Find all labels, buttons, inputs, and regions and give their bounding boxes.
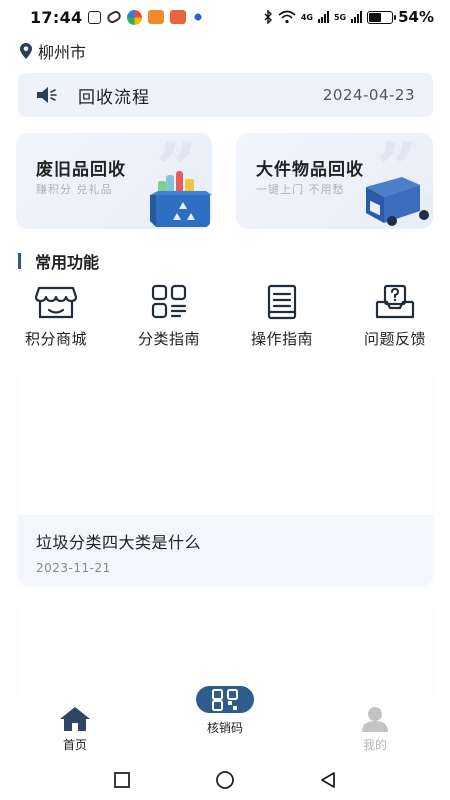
battery-icon: [367, 10, 397, 24]
link-icon: [105, 9, 123, 25]
func-feedback[interactable]: 问题反馈: [345, 284, 445, 352]
bottom-tab-bar: 首页 核销码 我的: [0, 686, 450, 760]
network-type-1: 4G: [300, 12, 313, 22]
article-caption: 垃圾分类四大类是什么 2023-11-21: [18, 515, 433, 585]
waste-recycling-card[interactable]: ” 废旧品回收 赚积分 兑礼品: [16, 133, 212, 229]
status-bar: 17:44 4G 5G 54%: [0, 0, 450, 34]
battery-level: [369, 12, 381, 22]
func-points-mall[interactable]: 积分商城: [6, 284, 106, 352]
city-name: 柳州市: [38, 43, 87, 62]
truck-illustration: [366, 177, 432, 226]
function-grid: 积分商城 分类指南 操作指南 问题反馈: [0, 284, 450, 354]
card-title: 废旧品回收: [36, 160, 126, 180]
notice-title: 回收流程: [78, 87, 150, 108]
bluetooth-icon: [264, 10, 272, 24]
func-label: 问题反馈: [363, 330, 426, 348]
status-time: 17:44: [30, 7, 83, 27]
tab-verify-code[interactable]: 核销码: [170, 686, 280, 736]
back-icon[interactable]: [319, 771, 337, 789]
battery-text: 54%: [398, 8, 434, 26]
speaker-icon: [37, 87, 57, 103]
tab-label: 核销码: [206, 721, 243, 735]
location-selector[interactable]: 柳州市: [20, 40, 86, 62]
location-pin-icon: [20, 43, 32, 59]
article-date: 2023-11-21: [36, 561, 111, 575]
system-nav-bar: [0, 760, 450, 800]
notice-date: 2024-04-23: [322, 86, 415, 104]
card-subtitle: 赚积分 兑礼品: [36, 183, 113, 196]
func-category-guide[interactable]: 分类指南: [119, 284, 219, 352]
signal-icon: [351, 11, 363, 23]
app-icon: [127, 9, 143, 25]
scan-button[interactable]: [196, 686, 254, 713]
user-icon: [362, 707, 388, 732]
card-title: 大件物品回收: [256, 160, 364, 180]
article-title: 垃圾分类四大类是什么: [36, 533, 202, 552]
home-nav-icon[interactable]: [215, 770, 235, 790]
func-operation-guide[interactable]: 操作指南: [232, 284, 332, 352]
app-icon: [170, 10, 187, 24]
network-type-2: 5G: [333, 12, 347, 22]
operation-guide-icon: [267, 284, 297, 320]
section-title-text: 常用功能: [35, 253, 100, 272]
section-title: 常用功能: [18, 250, 99, 272]
home-icon: [60, 707, 90, 731]
nfc-icon: [88, 10, 102, 24]
wifi-icon: [278, 10, 296, 24]
tab-label: 我的: [362, 738, 387, 752]
tab-mine[interactable]: 我的: [320, 706, 430, 756]
func-label: 操作指南: [250, 330, 313, 348]
bulky-items-card[interactable]: ” 大件物品回收 一键上门 不用愁: [236, 133, 433, 229]
signal-icon: [317, 11, 329, 23]
status-right: 4G 5G 54%: [263, 8, 434, 26]
status-left: 17:44: [30, 7, 205, 27]
app-icon: [148, 10, 165, 24]
tab-label: 首页: [62, 738, 87, 752]
func-label: 分类指南: [137, 330, 200, 348]
recycle-box-illustration: [150, 171, 212, 227]
article-card[interactable]: 垃圾分类四大类是什么 2023-11-21: [18, 372, 433, 585]
notice-bar[interactable]: 回收流程 2024-04-23: [18, 73, 433, 117]
card-subtitle: 一键上门 不用愁: [256, 183, 345, 196]
store-icon: [34, 286, 78, 319]
category-guide-icon: [151, 284, 187, 319]
feedback-icon: [375, 284, 415, 319]
tab-home[interactable]: 首页: [20, 706, 130, 756]
section-accent-bar: [18, 253, 21, 269]
paw-icon: [192, 11, 205, 23]
func-label: 积分商城: [24, 330, 87, 348]
recent-apps-icon[interactable]: [113, 771, 131, 789]
qr-code-icon: [212, 688, 238, 711]
